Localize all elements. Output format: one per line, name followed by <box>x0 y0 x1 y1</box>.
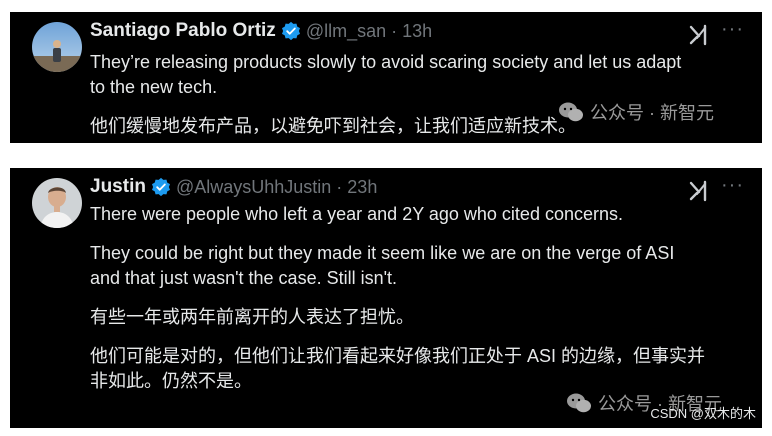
grok-icon[interactable] <box>688 180 710 202</box>
tweet-time[interactable]: 13h <box>402 21 432 42</box>
tweet-header: Justin @AlwaysUhhJustin · 23h <box>90 176 377 198</box>
csdn-credit: CSDN @双木的木 <box>650 406 756 421</box>
wechat-icon <box>559 102 583 122</box>
tweet-body: They’re releasing products slowly to avo… <box>90 50 738 139</box>
avatar[interactable] <box>32 22 82 72</box>
tweet-card-santiago[interactable]: Santiago Pablo Ortiz @llm_san · 13h ··· … <box>10 12 762 143</box>
tweet-text-line: They’re releasing products slowly to avo… <box>90 52 682 72</box>
tweet-text-line: There were people who left a year and 2Y… <box>90 204 623 224</box>
author-handle[interactable]: @AlwaysUhhJustin <box>176 177 331 198</box>
tweet-header: Santiago Pablo Ortiz @llm_san · 13h <box>90 20 432 42</box>
separator-dot: · <box>336 176 343 197</box>
more-options-icon[interactable]: ··· <box>721 174 744 197</box>
tweet-text-line: to the new tech. <box>90 77 218 97</box>
author-name[interactable]: Justin <box>90 176 146 198</box>
wechat-icon <box>567 393 591 413</box>
more-options-icon[interactable]: ··· <box>721 18 744 41</box>
watermark-text: 公众号 · 新智元 <box>590 103 714 123</box>
tweet-card-justin[interactable]: Justin @AlwaysUhhJustin · 23h ··· There … <box>10 168 762 428</box>
author-name[interactable]: Santiago Pablo Ortiz <box>90 20 276 42</box>
avatar[interactable] <box>32 178 82 228</box>
separator-dot: · <box>391 20 398 41</box>
tweet-text-line: 有些一年或两年前离开的人表达了担忧。 <box>90 307 414 327</box>
tweet-text-line: They could be right but they made it see… <box>90 243 675 263</box>
watermark: 公众号 · 新智元 <box>558 99 714 125</box>
tweet-text-line: and that just wasn't the case. Still isn… <box>90 268 398 288</box>
screenshot-canvas: Santiago Pablo Ortiz @llm_san · 13h ··· … <box>0 0 772 436</box>
tweet-body: There were people who left a year and 2Y… <box>90 202 738 394</box>
tweet-text-line: 他们可能是对的，但他们让我们看起来好像我们正处于 ASI 的边缘，但事实并 <box>90 346 706 366</box>
verified-badge-icon <box>151 177 171 197</box>
verified-badge-icon <box>281 21 301 41</box>
grok-icon[interactable] <box>688 24 710 46</box>
author-handle[interactable]: @llm_san <box>306 21 386 42</box>
tweet-time[interactable]: 23h <box>347 177 377 198</box>
